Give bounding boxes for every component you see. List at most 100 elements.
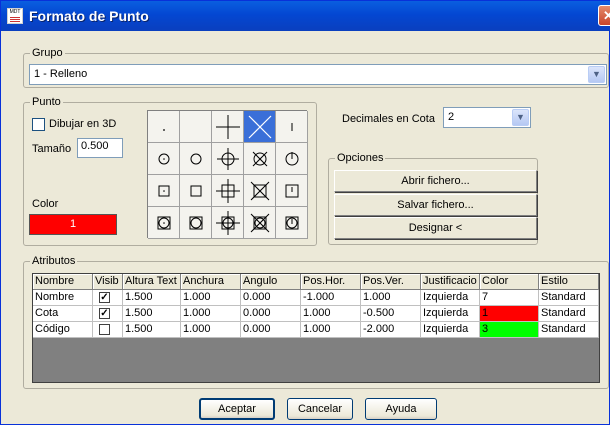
app-icon: MDT xyxy=(7,8,23,24)
table-row[interactable]: Cota ✓ 1.500 1.000 0.000 1.000 -0.500 Iz… xyxy=(33,306,599,322)
punto-legend: Punto xyxy=(30,96,63,108)
symbol-circle-x[interactable] xyxy=(244,143,276,175)
cell-justificacion[interactable]: Izquierda xyxy=(421,306,480,322)
table-row[interactable]: Código 1.500 1.000 0.000 1.000 -2.000 Iz… xyxy=(33,322,599,338)
cell-visible[interactable] xyxy=(93,322,123,338)
cell-color[interactable]: 7 xyxy=(480,290,539,306)
aceptar-button[interactable]: Aceptar xyxy=(199,398,275,420)
column-header[interactable]: Visib xyxy=(93,274,123,290)
dibujar-3d-label: Dibujar en 3D xyxy=(49,118,117,130)
cell-angulo[interactable]: 0.000 xyxy=(241,306,301,322)
grupo-legend: Grupo xyxy=(30,47,65,59)
color-label: Color xyxy=(32,198,59,210)
column-header[interactable]: Pos.Hor. xyxy=(301,274,361,290)
symbol-circle[interactable] xyxy=(180,143,212,175)
column-header[interactable]: Estilo xyxy=(539,274,599,290)
symbol-circle-square-x[interactable] xyxy=(244,207,276,239)
grupo-select-value: 1 - Relleno xyxy=(34,68,88,80)
column-header[interactable]: Color xyxy=(480,274,539,290)
color-value: 1 xyxy=(69,218,77,230)
dibujar-3d-checkbox[interactable] xyxy=(32,118,45,131)
cell-visible[interactable]: ✓ xyxy=(93,290,123,306)
title-bar[interactable]: MDT Formato de Punto ✕ xyxy=(1,1,610,31)
decimales-select[interactable]: 2 ▼ xyxy=(443,107,531,128)
cancelar-button[interactable]: Cancelar xyxy=(287,398,353,420)
point-symbol-grid xyxy=(147,110,308,239)
symbol-circle-plus[interactable] xyxy=(212,143,244,175)
cell-altura[interactable]: 1.500 xyxy=(123,322,181,338)
salvar-fichero-button[interactable]: Salvar fichero... xyxy=(334,194,537,216)
cell-estilo[interactable]: Standard xyxy=(539,322,599,338)
color-picker-button[interactable]: 1 xyxy=(29,214,117,235)
cell-altura[interactable]: 1.500 xyxy=(123,306,181,322)
cell-angulo[interactable]: 0.000 xyxy=(241,322,301,338)
cell-anchura[interactable]: 1.000 xyxy=(181,322,241,338)
column-header[interactable]: Pos.Ver. xyxy=(361,274,421,290)
decimales-select-value: 2 xyxy=(448,111,455,123)
cell-visible[interactable]: ✓ xyxy=(93,306,123,322)
cell-color[interactable]: 3 xyxy=(480,322,539,338)
column-header[interactable]: Altura Text xyxy=(123,274,181,290)
symbol-x[interactable] xyxy=(244,111,276,143)
cell-pos-hor[interactable]: 1.000 xyxy=(301,306,361,322)
cell-anchura[interactable]: 1.000 xyxy=(181,306,241,322)
symbol-square-dot[interactable] xyxy=(148,175,180,207)
symbol-circle-square-dot[interactable] xyxy=(148,207,180,239)
opciones-legend: Opciones xyxy=(335,152,386,164)
atributos-table: Nombre Visib Altura Text Anchura Angulo … xyxy=(32,273,600,383)
cell-pos-hor[interactable]: 1.000 xyxy=(301,322,361,338)
cell-color[interactable]: 1 xyxy=(480,306,539,322)
atributos-legend: Atributos xyxy=(30,255,78,267)
visible-checkbox[interactable] xyxy=(99,324,110,335)
cell-pos-ver[interactable]: 1.000 xyxy=(361,290,421,306)
visible-checkbox[interactable]: ✓ xyxy=(99,308,110,319)
chevron-down-icon[interactable]: ▼ xyxy=(588,66,605,83)
cell-nombre[interactable]: Código xyxy=(33,322,93,338)
cell-estilo[interactable]: Standard xyxy=(539,306,599,322)
column-header[interactable]: Anchura xyxy=(181,274,241,290)
cell-pos-ver[interactable]: -2.000 xyxy=(361,322,421,338)
table-row[interactable]: Nombre ✓ 1.500 1.000 0.000 -1.000 1.000 … xyxy=(33,290,599,306)
symbol-circle-square-plus[interactable] xyxy=(212,207,244,239)
symbol-circle-dot[interactable] xyxy=(148,143,180,175)
decimales-label: Decimales en Cota xyxy=(342,113,435,125)
chevron-down-icon[interactable]: ▼ xyxy=(512,109,529,126)
ayuda-button[interactable]: Ayuda xyxy=(365,398,437,420)
cell-pos-ver[interactable]: -0.500 xyxy=(361,306,421,322)
cell-angulo[interactable]: 0.000 xyxy=(241,290,301,306)
cell-nombre[interactable]: Nombre xyxy=(33,290,93,306)
symbol-plus[interactable] xyxy=(212,111,244,143)
cell-altura[interactable]: 1.500 xyxy=(123,290,181,306)
grupo-select[interactable]: 1 - Relleno ▼ xyxy=(29,64,607,85)
column-header[interactable]: Nombre xyxy=(33,274,93,290)
cell-pos-hor[interactable]: -1.000 xyxy=(301,290,361,306)
tamano-input-value: 0.500 xyxy=(81,140,109,152)
abrir-fichero-button[interactable]: Abrir fichero... xyxy=(334,170,537,192)
tamano-label: Tamaño xyxy=(32,143,72,155)
symbol-square-tick[interactable] xyxy=(276,175,308,207)
app-icon-text: MDT xyxy=(9,9,21,15)
column-header[interactable]: Justificacio xyxy=(421,274,480,290)
table-header: Nombre Visib Altura Text Anchura Angulo … xyxy=(33,274,599,290)
cell-justificacion[interactable]: Izquierda xyxy=(421,290,480,306)
close-button[interactable]: ✕ xyxy=(598,5,610,26)
visible-checkbox[interactable]: ✓ xyxy=(99,292,110,303)
cell-nombre[interactable]: Cota xyxy=(33,306,93,322)
symbol-square-x[interactable] xyxy=(244,175,276,207)
symbol-tick[interactable] xyxy=(276,111,308,143)
designar-button[interactable]: Designar < xyxy=(334,217,537,239)
close-icon: ✕ xyxy=(603,8,610,23)
cell-anchura[interactable]: 1.000 xyxy=(181,290,241,306)
symbol-square[interactable] xyxy=(180,175,212,207)
dialog-window: MDT Formato de Punto ✕ Grupo 1 - Relleno… xyxy=(0,0,610,425)
symbol-square-plus[interactable] xyxy=(212,175,244,207)
symbol-dot[interactable] xyxy=(148,111,180,143)
tamano-input[interactable]: 0.500 xyxy=(77,138,123,158)
symbol-circle-square-tick[interactable] xyxy=(276,207,308,239)
column-header[interactable]: Angulo xyxy=(241,274,301,290)
symbol-circle-square[interactable] xyxy=(180,207,212,239)
symbol-none[interactable] xyxy=(180,111,212,143)
symbol-circle-tick[interactable] xyxy=(276,143,308,175)
cell-estilo[interactable]: Standard xyxy=(539,290,599,306)
cell-justificacion[interactable]: Izquierda xyxy=(421,322,480,338)
